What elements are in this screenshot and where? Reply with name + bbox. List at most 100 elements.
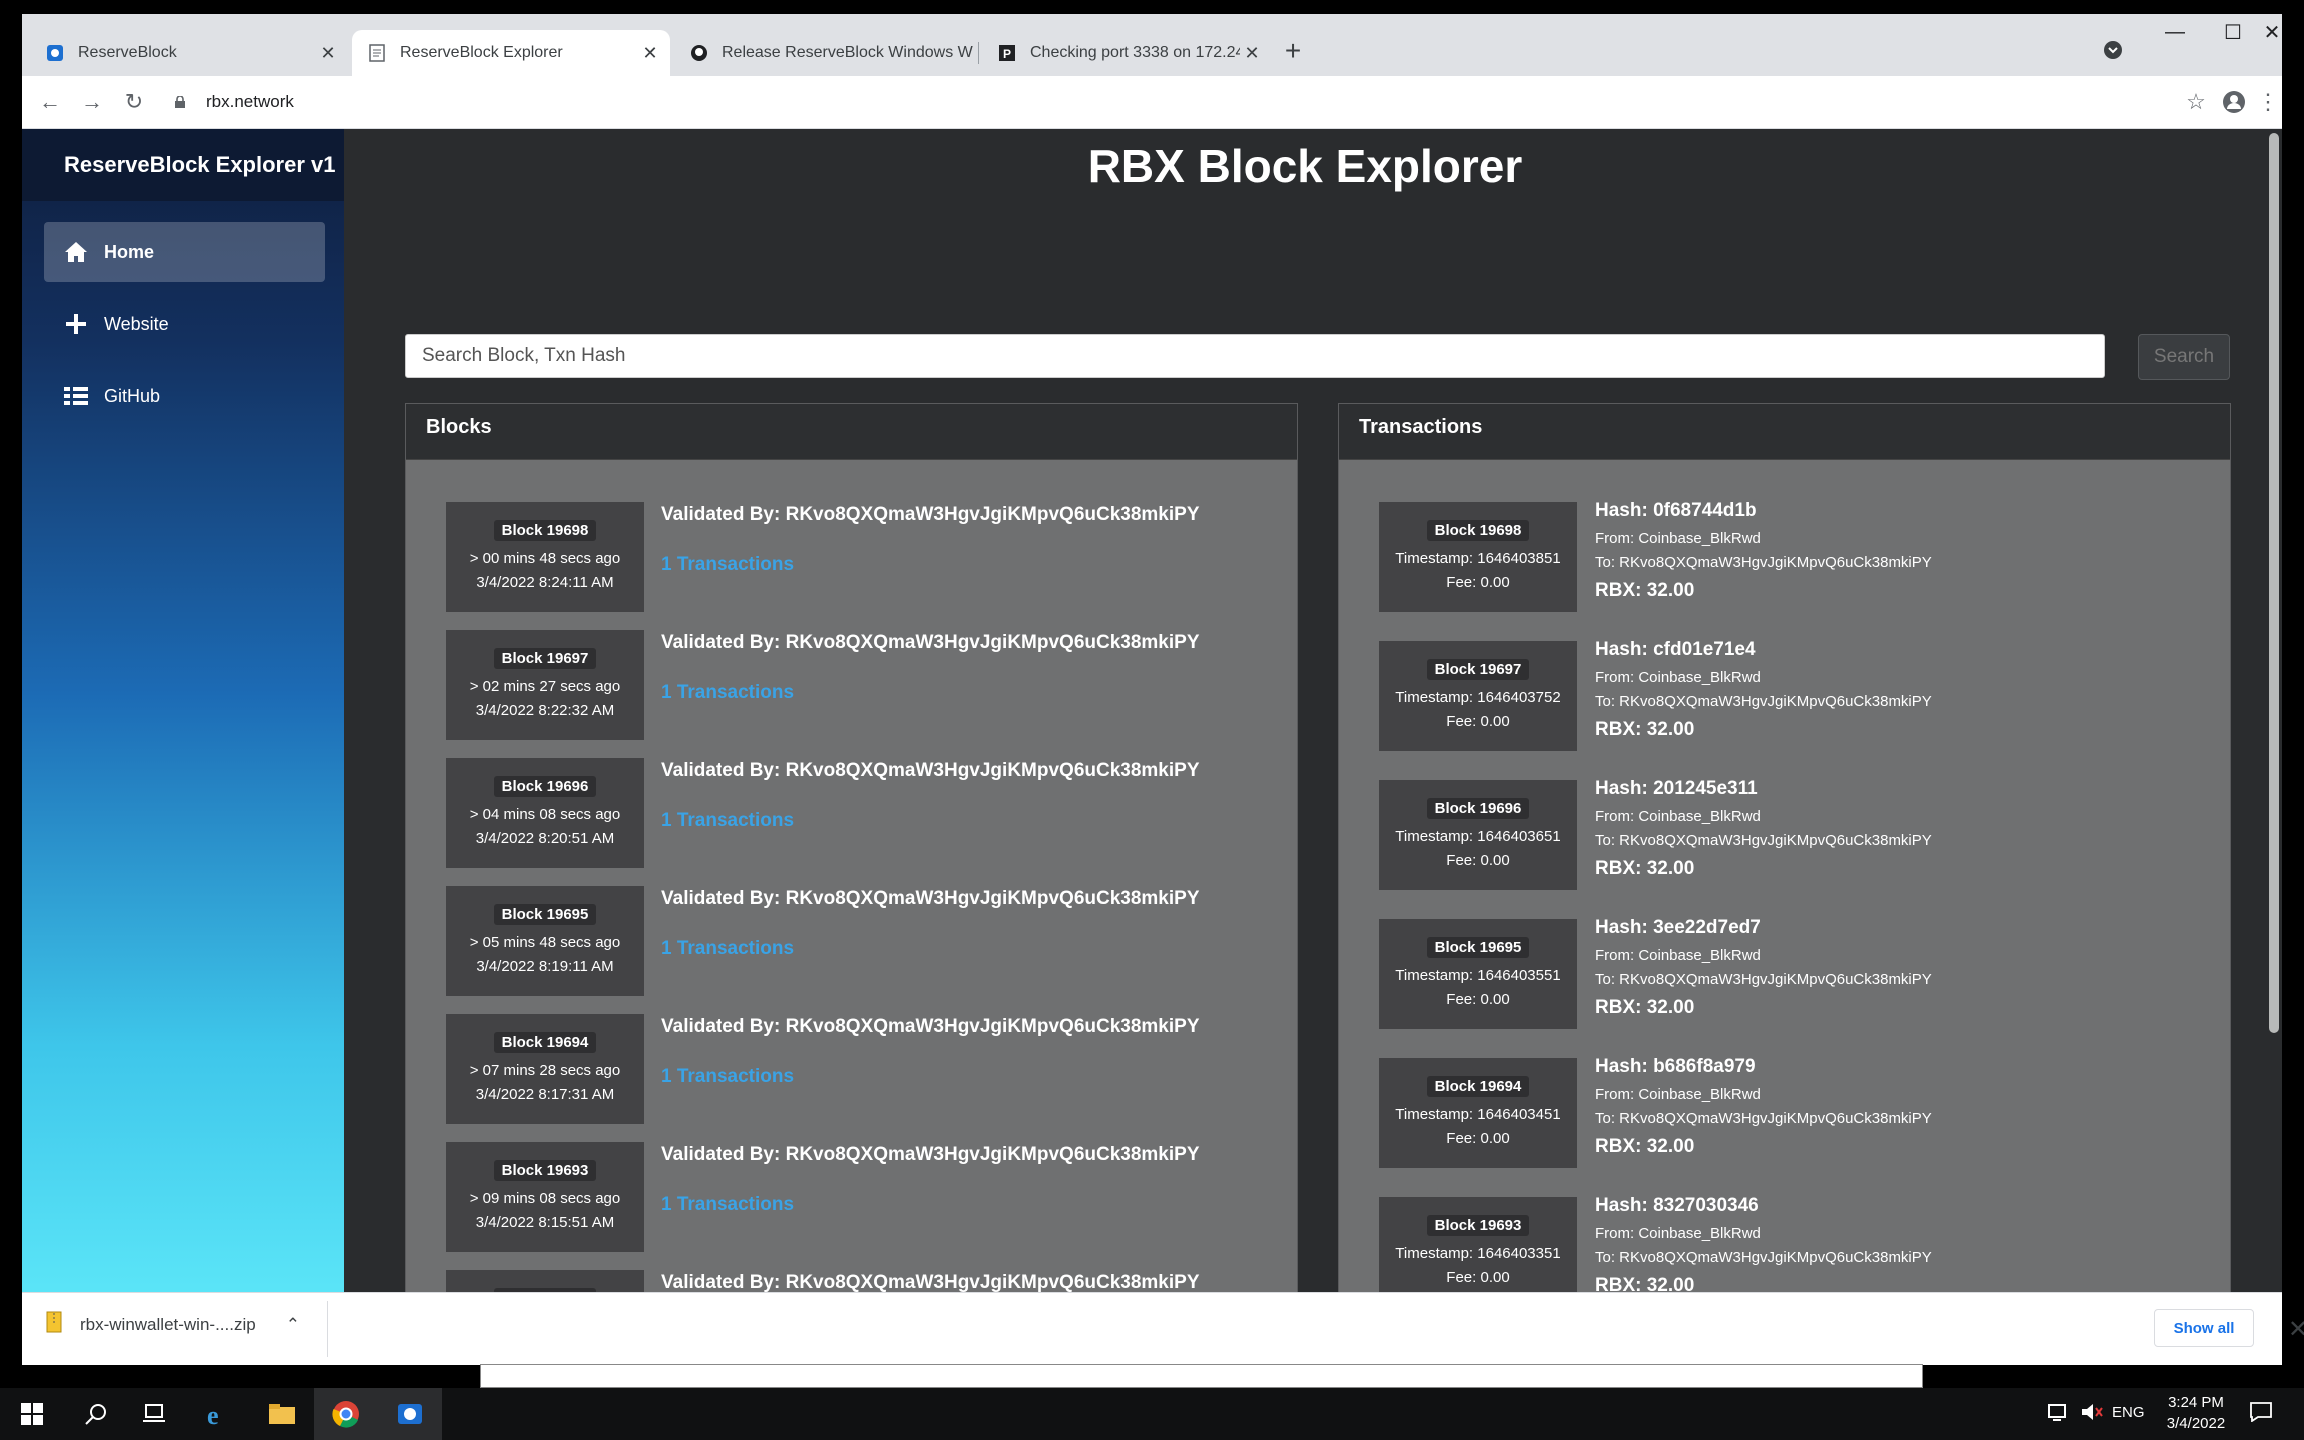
tab-label: Checking port 3338 on 172.245.2 [1030, 44, 1240, 61]
notifications-icon[interactable] [2250, 1402, 2272, 1426]
block-age: > 00 mins 48 secs ago [469, 549, 621, 567]
page-scrollbar[interactable] [2266, 129, 2282, 1292]
address-bar[interactable]: rbx.network [206, 84, 294, 120]
close-tab-icon[interactable]: ✕ [638, 41, 662, 65]
sidebar-brand[interactable]: ReserveBlock Explorer v1 [22, 129, 344, 201]
tx-block-number: Block 19698 [1426, 519, 1530, 541]
block-transactions-link[interactable]: 1 Transactions [661, 682, 794, 704]
tx-hash[interactable]: Hash: 8327030346 [1595, 1195, 1759, 1217]
tab-reserveblock[interactable]: ReserveBlock ✕ [30, 30, 348, 76]
tx-timestamp: Timestamp: 1646403551 [1395, 966, 1561, 984]
internet-explorer-icon[interactable]: e [186, 1388, 250, 1440]
block-card[interactable]: Block 19693 > 09 mins 08 secs ago 3/4/20… [446, 1142, 644, 1252]
block-transactions-link[interactable]: 1 Transactions [661, 938, 794, 960]
reserveblock-favicon-icon [46, 44, 64, 62]
block-card[interactable]: Block 19696 > 04 mins 08 secs ago 3/4/20… [446, 758, 644, 868]
browser-window: ReserveBlock ✕ ReserveBlock Explorer ✕ R… [22, 14, 2282, 1292]
tab-label: ReserveBlock [78, 44, 177, 61]
tx-hash[interactable]: Hash: 0f68744d1b [1595, 500, 1757, 522]
reload-icon[interactable]: ↻ [118, 86, 150, 118]
background-window-strip [480, 1364, 1923, 1388]
tx-timestamp: Timestamp: 1646403752 [1395, 688, 1561, 706]
menu-kebab-icon[interactable]: ⋮ [2252, 86, 2282, 118]
tx-hash[interactable]: Hash: b686f8a979 [1595, 1056, 1756, 1078]
block-age: > 04 mins 08 secs ago [469, 805, 621, 823]
transaction-card[interactable]: Block 19697 Timestamp: 1646403752 Fee: 0… [1379, 641, 1577, 751]
search-icon[interactable] [64, 1388, 128, 1440]
tx-amount: RBX: 32.00 [1595, 719, 1695, 740]
sidebar-item-website[interactable]: Website [44, 294, 325, 354]
reserveblock-app-icon[interactable] [378, 1388, 442, 1440]
download-divider [327, 1301, 328, 1357]
sidebar-item-github[interactable]: GitHub [44, 366, 325, 426]
close-download-bar-icon[interactable]: ✕ [2288, 1315, 2304, 1344]
tab-port-check[interactable]: P Checking port 3338 on 172.245.2 ✕ [982, 30, 1272, 76]
tx-fee: Fee: 0.00 [1446, 712, 1510, 730]
block-transactions-link[interactable]: 1 Transactions [661, 1194, 794, 1216]
file-explorer-icon[interactable] [250, 1388, 314, 1440]
transaction-card[interactable]: Block 19694 Timestamp: 1646403451 Fee: 0… [1379, 1058, 1577, 1168]
block-transactions-link[interactable]: 1 Transactions [661, 1066, 794, 1088]
search-button[interactable]: Search [2138, 334, 2230, 380]
tx-block-number: Block 19696 [1426, 797, 1530, 819]
volume-muted-icon[interactable] [2080, 1402, 2104, 1426]
block-card[interactable]: Block 19697 > 02 mins 27 secs ago 3/4/20… [446, 630, 644, 740]
search-input[interactable] [405, 334, 2105, 378]
clock[interactable]: 3:24 PM 3/4/2022 [2160, 1392, 2232, 1434]
block-transactions-link[interactable]: 1 Transactions [661, 554, 794, 576]
tx-to: To: RKvo8QXQmaW3HgvJgiKMpvQ6uCk38mkiPY [1595, 554, 1932, 571]
close-tab-icon[interactable]: ✕ [316, 41, 340, 65]
profile-icon[interactable] [2218, 86, 2250, 118]
back-icon[interactable]: ← [34, 86, 66, 118]
tx-block-number: Block 19694 [1426, 1075, 1530, 1097]
tx-block-number: Block 19697 [1426, 658, 1530, 680]
language-indicator[interactable]: ENG [2112, 1404, 2145, 1421]
svg-text:P: P [1003, 47, 1011, 61]
download-item[interactable]: rbx-winwallet-win-....zip ⌃ [46, 1311, 300, 1338]
transaction-card[interactable]: Block 19698 Timestamp: 1646403851 Fee: 0… [1379, 502, 1577, 612]
task-view-icon[interactable] [122, 1388, 186, 1440]
new-tab-button[interactable]: + [1276, 34, 1310, 68]
close-tab-icon[interactable]: ✕ [1240, 41, 1264, 65]
scrollbar-thumb[interactable] [2269, 133, 2279, 1033]
block-transactions-link[interactable]: 1 Transactions [661, 810, 794, 832]
block-validator: Validated By: RKvo8QXQmaW3HgvJgiKMpvQ6uC… [661, 632, 1200, 653]
block-number: Block 19695 [493, 903, 597, 925]
tab-label: ReserveBlock Explorer [400, 44, 563, 61]
transaction-card[interactable]: Block 19695 Timestamp: 1646403551 Fee: 0… [1379, 919, 1577, 1029]
forward-icon[interactable]: → [76, 86, 108, 118]
tx-from: From: Coinbase_BlkRwd [1595, 947, 1761, 964]
block-card[interactable]: Block 19694 > 07 mins 28 secs ago 3/4/20… [446, 1014, 644, 1124]
minimize-icon[interactable]: — [2146, 14, 2204, 50]
chrome-icon[interactable] [314, 1388, 378, 1440]
home-icon [62, 238, 90, 266]
block-date: 3/4/2022 8:22:32 AM [475, 701, 615, 719]
tx-amount: RBX: 32.00 [1595, 997, 1695, 1018]
block-card[interactable]: Block 19698 > 00 mins 48 secs ago 3/4/20… [446, 502, 644, 612]
close-window-icon[interactable]: ✕ [2262, 14, 2282, 50]
bookmark-star-icon[interactable]: ☆ [2180, 86, 2212, 118]
tab-search-icon[interactable] [2084, 32, 2142, 68]
chevron-up-icon[interactable]: ⌃ [286, 1315, 300, 1335]
block-card[interactable]: Block 19692 > 10 mins 48 secs ago 3/4/20… [446, 1270, 644, 1292]
zip-file-icon [46, 1311, 62, 1338]
windows-start-icon[interactable] [0, 1388, 64, 1440]
block-number: Block 19697 [493, 647, 597, 669]
network-icon[interactable] [2048, 1402, 2070, 1426]
tx-fee: Fee: 0.00 [1446, 851, 1510, 869]
tx-block-number: Block 19693 [1426, 1214, 1530, 1236]
github-favicon-icon [690, 44, 708, 62]
transaction-card[interactable]: Block 19696 Timestamp: 1646403651 Fee: 0… [1379, 780, 1577, 890]
tx-hash[interactable]: Hash: 201245e311 [1595, 778, 1758, 800]
block-date: 3/4/2022 8:24:11 AM [476, 573, 614, 591]
tx-hash[interactable]: Hash: 3ee22d7ed7 [1595, 917, 1761, 939]
block-card[interactable]: Block 19695 > 05 mins 48 secs ago 3/4/20… [446, 886, 644, 996]
tab-reserveblock-explorer[interactable]: ReserveBlock Explorer ✕ [352, 30, 670, 76]
tx-amount: RBX: 32.00 [1595, 1136, 1695, 1157]
tab-github-release[interactable]: Release ReserveBlock Windows W [674, 30, 974, 76]
maximize-icon[interactable]: ☐ [2204, 14, 2262, 50]
show-all-button[interactable]: Show all [2154, 1309, 2254, 1347]
sidebar-item-home[interactable]: Home [44, 222, 325, 282]
tx-hash[interactable]: Hash: cfd01e71e4 [1595, 639, 1756, 661]
transaction-card[interactable]: Block 19693 Timestamp: 1646403351 Fee: 0… [1379, 1197, 1577, 1292]
